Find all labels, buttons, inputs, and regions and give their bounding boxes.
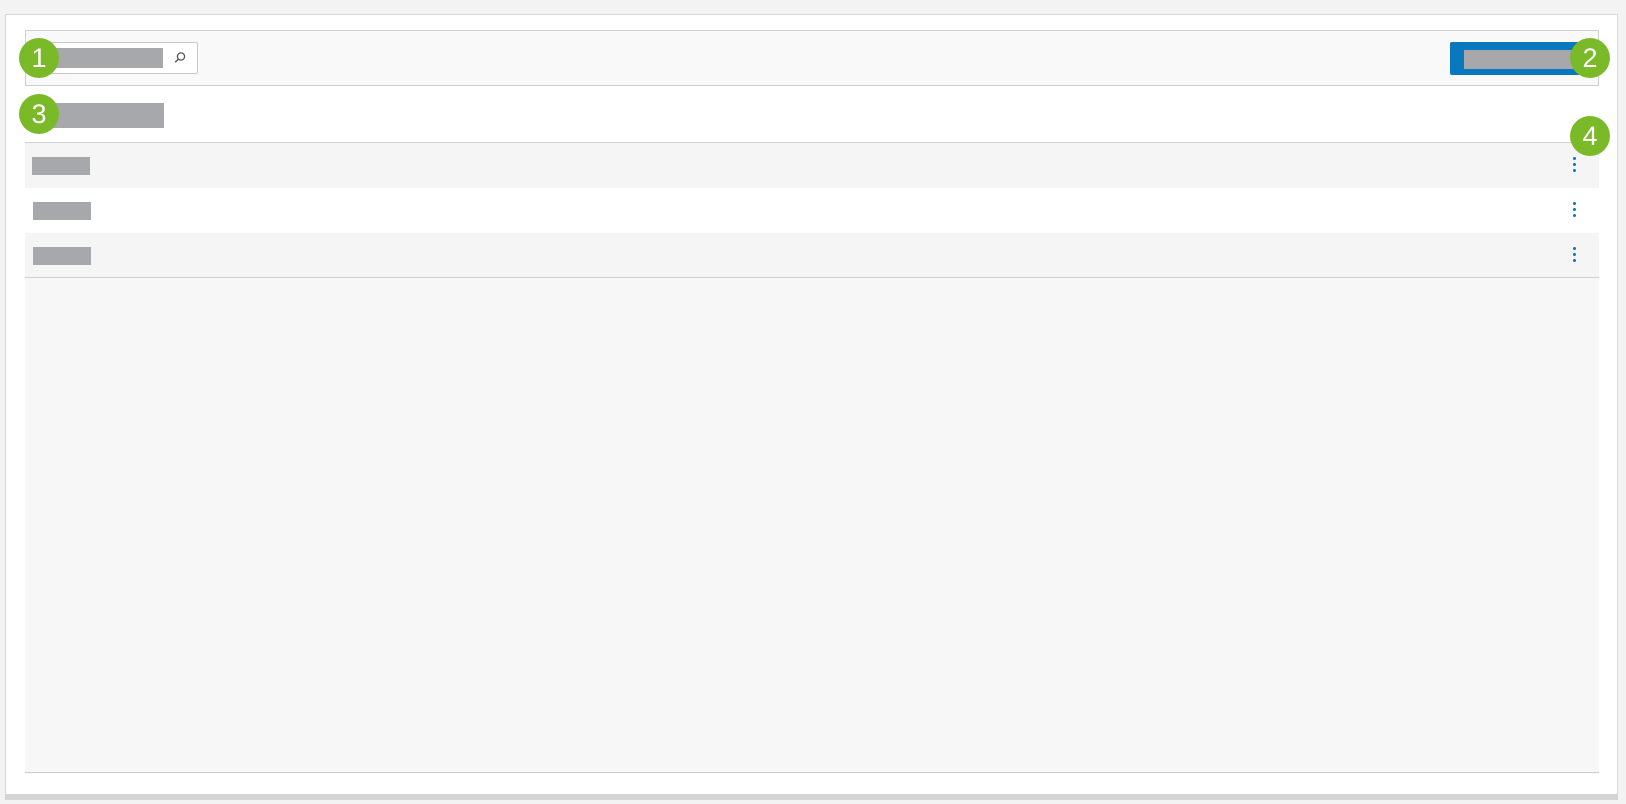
callout-badge-3: 3 bbox=[19, 94, 59, 134]
list-item-label bbox=[33, 247, 91, 265]
kebab-menu-icon[interactable] bbox=[1565, 155, 1585, 175]
horizontal-scrollbar[interactable] bbox=[5, 794, 1618, 800]
search-icon[interactable] bbox=[171, 49, 189, 67]
primary-action-button[interactable] bbox=[1450, 42, 1590, 75]
list-item[interactable] bbox=[25, 188, 1599, 233]
search-input-text[interactable] bbox=[47, 48, 163, 68]
callout-badge-1: 1 bbox=[19, 38, 59, 78]
section-title bbox=[42, 103, 164, 128]
callout-badge-4: 4 bbox=[1570, 116, 1610, 156]
list-item-label bbox=[33, 202, 91, 220]
list-item[interactable] bbox=[25, 233, 1599, 278]
kebab-menu-icon[interactable] bbox=[1565, 200, 1585, 220]
primary-action-button-label bbox=[1464, 50, 1586, 69]
list-item[interactable] bbox=[25, 143, 1599, 188]
list-item-label bbox=[32, 157, 90, 175]
callout-badge-2: 2 bbox=[1570, 38, 1610, 78]
kebab-menu-icon[interactable] bbox=[1565, 245, 1585, 265]
item-list bbox=[25, 142, 1599, 773]
toolbar bbox=[25, 30, 1599, 86]
search-input[interactable] bbox=[38, 42, 198, 74]
